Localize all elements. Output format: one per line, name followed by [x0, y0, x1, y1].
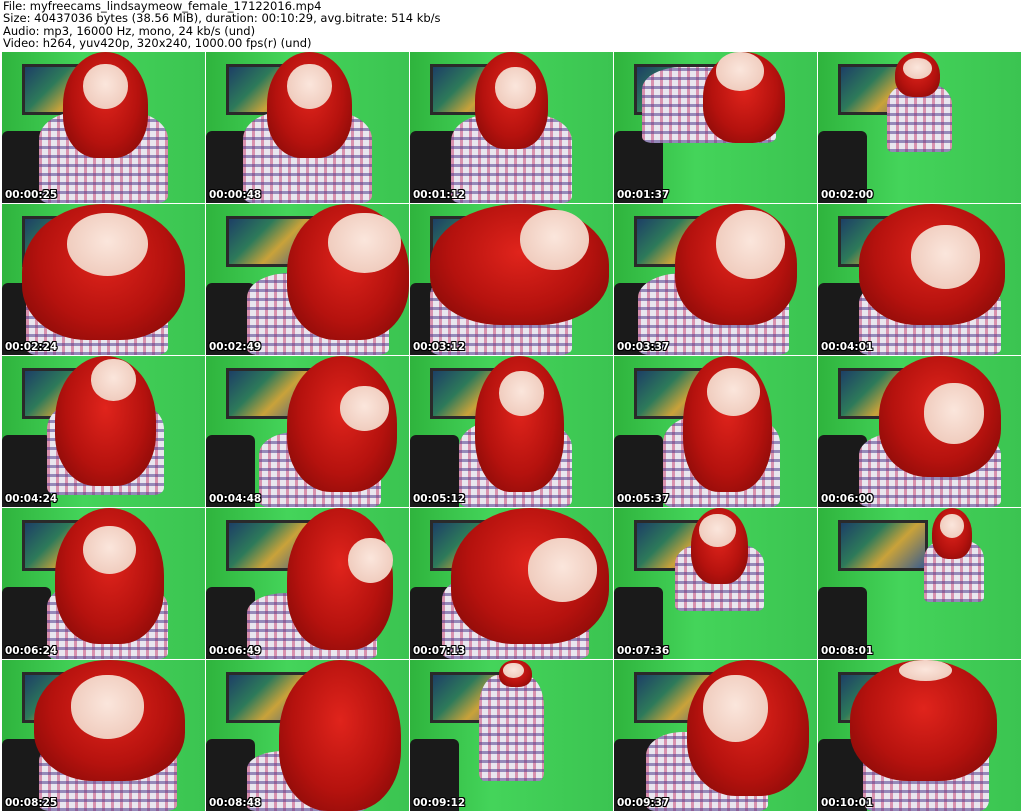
video-thumbnail: 00:05:37	[614, 356, 817, 507]
face	[83, 64, 128, 110]
face	[287, 64, 332, 110]
thumbnail-timestamp: 00:03:12	[413, 341, 466, 353]
wall-painting	[838, 520, 928, 572]
video-thumbnail: 00:03:12	[410, 204, 613, 355]
red-hair	[279, 660, 401, 811]
thumbnail-timestamp: 00:05:12	[413, 493, 466, 505]
thumbnail-timestamp: 00:00:25	[5, 189, 58, 201]
thumbnail-timestamp: 00:08:25	[5, 797, 58, 809]
video-thumbnail: 00:09:12	[410, 660, 613, 811]
face	[71, 675, 145, 739]
face	[503, 663, 524, 679]
thumbnail-timestamp: 00:04:24	[5, 493, 58, 505]
video-thumbnail: 00:01:37	[614, 52, 817, 203]
thumbnail-timestamp: 00:02:24	[5, 341, 58, 353]
face	[519, 210, 589, 271]
thumbnail-timestamp: 00:04:48	[209, 493, 262, 505]
face	[903, 58, 932, 80]
video-thumbnail: 00:07:36	[614, 508, 817, 659]
face	[715, 52, 765, 92]
face	[339, 386, 389, 432]
thumbnail-timestamp: 00:09:37	[617, 797, 670, 809]
thumbnail-timestamp: 00:09:12	[413, 797, 466, 809]
video-thumbnail: 00:07:13	[410, 508, 613, 659]
video-thumbnail: 00:08:01	[818, 508, 1021, 659]
thumbnail-timestamp: 00:00:48	[209, 189, 262, 201]
face	[327, 213, 401, 274]
video-thumbnail: 00:05:12	[410, 356, 613, 507]
thumbnail-timestamp: 00:03:37	[617, 341, 670, 353]
video-thumbnail: 00:06:49	[206, 508, 409, 659]
video-thumbnail: 00:09:37	[614, 660, 817, 811]
video-thumbnail: 00:00:25	[2, 52, 205, 203]
face	[703, 675, 769, 742]
video-info-line: Video: h264, yuv420p, 320x240, 1000.00 f…	[3, 35, 312, 50]
face	[699, 514, 736, 548]
thumbnail-timestamp: 00:07:36	[617, 645, 670, 657]
video-thumbnail: 00:03:37	[614, 204, 817, 355]
face	[91, 359, 136, 402]
thumbnail-timestamp: 00:06:49	[209, 645, 262, 657]
thumbnail-grid: 00:00:25 00:00:48 00:01:12 00:01:37 00:02:00…	[0, 50, 1024, 811]
face	[495, 67, 536, 110]
thumbnail-timestamp: 00:08:01	[821, 645, 874, 657]
thumbnail-timestamp: 00:10:01	[821, 797, 874, 809]
video-thumbnail: 00:04:01	[818, 204, 1021, 355]
thumbnail-timestamp: 00:01:37	[617, 189, 670, 201]
video-thumbnail: 00:02:24	[2, 204, 205, 355]
video-thumbnail: 00:04:24	[2, 356, 205, 507]
video-thumbnail: 00:08:48	[206, 660, 409, 811]
thumbnail-timestamp: 00:07:13	[413, 645, 466, 657]
face	[899, 660, 952, 682]
thumbnail-timestamp: 00:02:00	[821, 189, 874, 201]
thumbnail-timestamp: 00:02:49	[209, 341, 262, 353]
video-thumbnail: 00:01:12	[410, 52, 613, 203]
thumbnail-timestamp: 00:06:24	[5, 645, 58, 657]
face	[923, 383, 985, 444]
video-thumbnail: 00:02:49	[206, 204, 409, 355]
video-thumbnail: 00:06:24	[2, 508, 205, 659]
face	[715, 210, 785, 280]
face	[348, 538, 393, 584]
thumbnail-timestamp: 00:04:01	[821, 341, 874, 353]
video-thumbnail: 00:02:00	[818, 52, 1021, 203]
thumbnail-timestamp: 00:06:00	[821, 493, 874, 505]
thumbnail-timestamp: 00:08:48	[209, 797, 262, 809]
video-thumbnail: 00:10:01	[818, 660, 1021, 811]
face	[527, 538, 597, 602]
thumbnail-timestamp: 00:05:37	[617, 493, 670, 505]
size-duration-line: Size: 40437036 bytes (38.56 MiB), durati…	[3, 11, 441, 26]
video-thumbnail: 00:08:25	[2, 660, 205, 811]
thumbnail-timestamp: 00:01:12	[413, 189, 466, 201]
video-thumbnail: 00:06:00	[818, 356, 1021, 507]
face	[911, 225, 981, 289]
video-thumbnail: 00:04:48	[206, 356, 409, 507]
video-thumbnail: 00:00:48	[206, 52, 409, 203]
file-info-header: File: myfreecams_lindsaymeow_female_1712…	[3, 0, 1021, 50]
plaid-shirt	[479, 675, 544, 781]
